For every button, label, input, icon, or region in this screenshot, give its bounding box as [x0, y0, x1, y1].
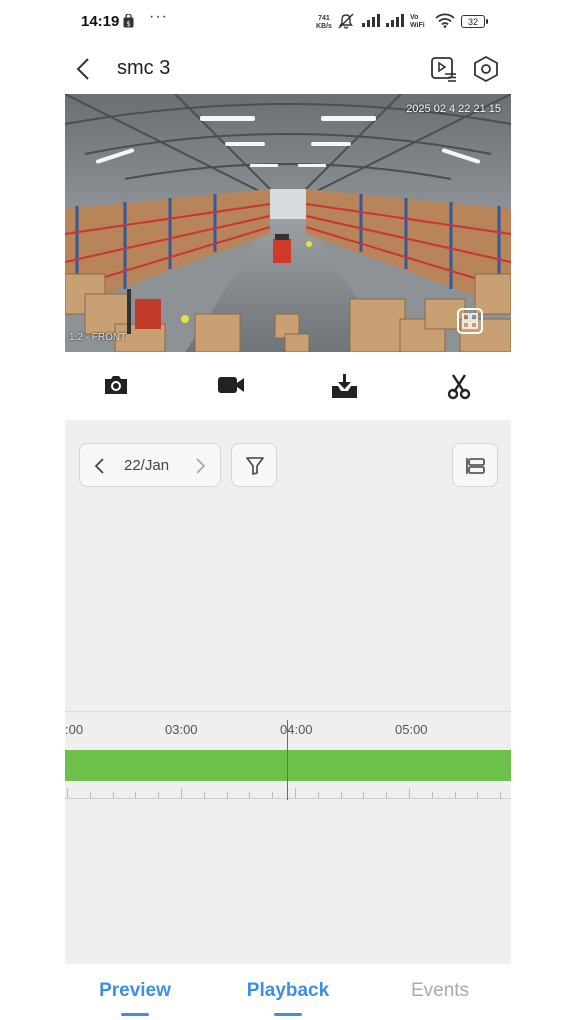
filter-button[interactable]: [231, 443, 277, 487]
timeline-hour-label: 05:00: [395, 722, 428, 737]
warehouse-camera-frame: [65, 94, 511, 352]
timeline-tick: [295, 788, 296, 798]
selected-date[interactable]: 22/Jan: [124, 457, 169, 474]
timeline-tick: [431, 792, 433, 798]
playback-toolbar: [65, 352, 511, 420]
timeline-tick: [500, 792, 502, 798]
chevron-left-icon: [94, 458, 104, 474]
tab-playback-indicator: [274, 1013, 302, 1016]
timeline-tick: [409, 788, 410, 798]
timeline-tick: [477, 792, 479, 798]
list-view-icon: [466, 458, 485, 474]
timeline-top-border: [65, 711, 511, 712]
device-title: smc 3: [117, 57, 171, 79]
previous-day-button[interactable]: [90, 456, 110, 476]
bottom-navigation: Preview Playback Events: [65, 964, 511, 1020]
download-icon: [332, 374, 357, 398]
scissors-icon: [447, 374, 471, 400]
playback-list-button[interactable]: [429, 54, 459, 84]
download-button[interactable]: [330, 372, 360, 400]
timeline-tick: [317, 792, 319, 798]
status-bar: 14:19 $ ··· 741 KB/s . Vo WiFi 32: [65, 0, 511, 44]
timeline-tick: [454, 792, 456, 798]
video-list-icon: [431, 57, 456, 82]
timeline-tick: [386, 792, 388, 798]
timeline-hour-label: 03:00: [165, 722, 198, 737]
bell-muted-icon: [337, 13, 355, 34]
timeline-tick: [181, 788, 182, 798]
timeline-tick: [363, 792, 365, 798]
date-selector: 22/Jan: [79, 443, 221, 487]
timeline-tick: [158, 792, 160, 798]
channel-label: 1.2 - FRONT: [69, 332, 127, 343]
tab-playback[interactable]: Playback: [228, 980, 348, 1002]
wifi-icon: [435, 13, 455, 33]
network-speed: 741 KB/s: [316, 15, 332, 30]
timeline-tick: [249, 792, 251, 798]
snapshot-button[interactable]: [102, 372, 132, 400]
right-margin: [511, 0, 576, 1020]
timeline-tick: [135, 792, 137, 798]
app-screen: 14:19 $ ··· 741 KB/s . Vo WiFi 32 smc 3 …: [65, 0, 511, 1020]
svg-text:.: .: [381, 14, 383, 20]
timeline-hour-label: 04:00: [280, 722, 313, 737]
shopping-bag-icon: $: [123, 13, 134, 33]
top-app-bar: smc 3: [65, 44, 511, 94]
signal-bars-2-icon: [386, 13, 408, 32]
timeline-tick: [112, 792, 114, 798]
record-button[interactable]: [216, 372, 246, 400]
back-button[interactable]: [71, 54, 101, 84]
battery-indicator: 32: [461, 15, 488, 28]
recording-segment[interactable]: [65, 750, 511, 781]
timeline-ruler: [65, 798, 511, 799]
timeline-tick: [226, 792, 228, 798]
timeline-tick: [203, 792, 205, 798]
timeline-hour-label: :00: [65, 722, 84, 737]
signal-bars-icon: .: [362, 13, 384, 32]
multi-view-button[interactable]: [457, 308, 483, 334]
clip-button[interactable]: [445, 372, 475, 400]
more-notifications-icon: ···: [149, 8, 168, 25]
tab-events[interactable]: Events: [380, 980, 500, 1002]
view-mode-button[interactable]: [452, 443, 498, 487]
video-camera-icon: [218, 377, 244, 393]
timeline-tick: [272, 792, 274, 798]
tab-preview-indicator: [121, 1013, 149, 1016]
chevron-right-icon: [196, 458, 206, 474]
tab-preview[interactable]: Preview: [75, 980, 195, 1002]
chevron-left-icon: [76, 58, 89, 80]
status-time: 14:19: [81, 13, 120, 30]
camera-video-view[interactable]: 2025 02 4 22 21 15 1.2 - FRONT: [65, 94, 511, 352]
svg-text:$: $: [126, 20, 130, 28]
timeline-tick: [89, 792, 91, 798]
video-timestamp: 2025 02 4 22 21 15: [406, 103, 501, 115]
camera-icon: [105, 376, 127, 394]
next-day-button[interactable]: [190, 456, 210, 476]
filter-icon: [246, 457, 264, 475]
grid-view-icon: [462, 313, 478, 329]
hexagon-settings-icon: [474, 55, 498, 83]
vowifi-indicator: Vo WiFi: [410, 14, 425, 29]
settings-button[interactable]: [471, 54, 501, 84]
timeline-tick: [340, 792, 342, 798]
timeline-tick: [67, 788, 68, 798]
timeline-cursor[interactable]: [287, 720, 288, 800]
left-margin: [0, 0, 65, 1020]
